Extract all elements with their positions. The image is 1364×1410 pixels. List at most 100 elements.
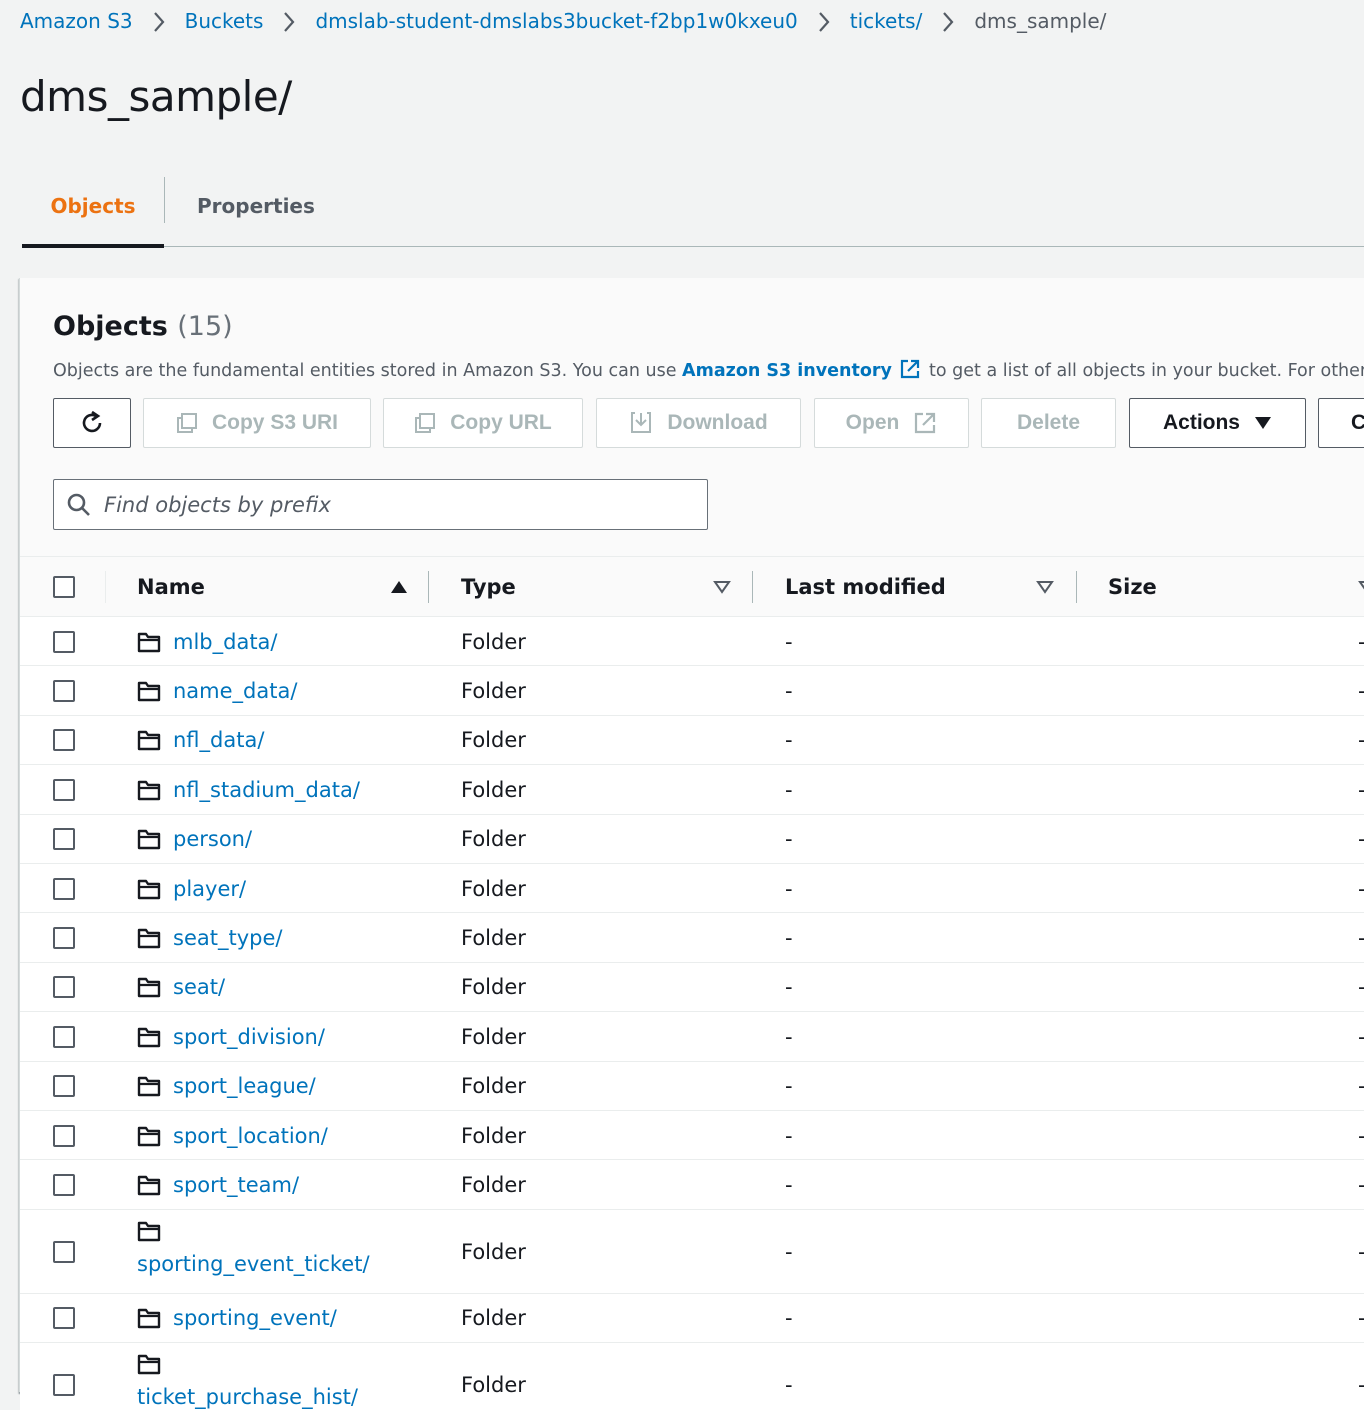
column-separator[interactable] [428,571,429,603]
table-row[interactable]: sport_location/Folder - - [20,1110,1364,1161]
copy-icon [414,412,436,434]
table-row[interactable]: seat_type/Folder - - [20,913,1364,963]
table-row[interactable]: nfl_stadium_data/Folder - - [20,765,1364,815]
table-row[interactable]: sporting_event_ticket/Folder - - [20,1209,1364,1294]
last-modified-cell: - [785,777,793,802]
breadcrumb-buckets[interactable]: Buckets [185,9,264,33]
folder-link[interactable]: sport_team/ [173,1173,299,1197]
type-cell: Folder [461,926,526,951]
table-row[interactable]: seat/Folder - - [20,962,1364,1013]
copy-s3-uri-button[interactable]: Copy S3 URI [143,398,371,448]
breadcrumb-amazon-s3[interactable]: Amazon S3 [20,9,133,33]
breadcrumb-tickets[interactable]: tickets/ [850,9,923,33]
column-header-size[interactable]: Size [1108,557,1157,617]
download-button[interactable]: Download [596,398,801,448]
copy-s3-uri-label: Copy S3 URI [211,411,339,434]
folder-link[interactable]: sport_location/ [173,1124,328,1148]
column-header-name[interactable]: Name [137,557,205,617]
folder-link[interactable]: name_data/ [173,679,297,703]
row-checkbox[interactable] [53,729,75,752]
table-row[interactable]: name_data/Folder - - [20,666,1364,716]
sort-icon[interactable] [1358,579,1364,598]
column-separator[interactable] [752,571,753,603]
create-folder-button[interactable]: C [1318,398,1364,448]
table-row[interactable]: nfl_data/Folder - - [20,715,1364,766]
row-checkbox[interactable] [53,976,75,999]
refresh-button[interactable] [53,398,131,448]
folder-link[interactable]: nfl_data/ [173,728,264,752]
name-cell: sport_team/ [137,1160,299,1209]
table-row[interactable]: mlb_data/Folder - - [20,617,1364,667]
type-cell: Folder [461,876,526,901]
folder-link[interactable]: nfl_stadium_data/ [173,778,360,802]
row-checkbox[interactable] [53,1124,75,1147]
folder-link[interactable]: sporting_event_ticket/ [137,1252,370,1276]
row-checkbox[interactable] [53,927,75,950]
search-box [53,479,708,530]
folder-link[interactable]: sporting_event/ [173,1306,337,1330]
tab-objects[interactable]: Objects [22,177,164,235]
table-row[interactable]: ticket_purchase_hist/Folder - - [20,1343,1364,1410]
actions-dropdown-button[interactable]: Actions [1129,398,1306,448]
table-row[interactable]: person/Folder - - [20,814,1364,864]
column-header-last-modified[interactable]: Last modified [785,557,946,617]
caret-down-icon [1254,416,1272,430]
delete-button[interactable]: Delete [981,398,1116,448]
select-all-checkbox[interactable] [53,576,75,598]
folder-link[interactable]: player/ [173,877,246,901]
row-checkbox[interactable] [53,778,75,801]
open-button[interactable]: Open [814,398,969,448]
name-cell: sporting_event/ [137,1294,337,1343]
copy-url-button[interactable]: Copy URL [383,398,583,448]
download-label: Download [667,411,768,434]
actions-label: Actions [1162,411,1240,434]
row-checkbox[interactable] [53,1025,75,1048]
folder-icon [137,1125,161,1147]
table-row[interactable]: sporting_event/Folder - - [20,1293,1364,1344]
type-cell: Folder [461,1172,526,1197]
tab-objects-label: Objects [50,194,136,218]
table-row[interactable]: sport_team/Folder - - [20,1160,1364,1210]
folder-icon [137,779,161,801]
table-row[interactable]: player/Folder - - [20,863,1364,914]
chevron-right-icon [263,9,315,34]
row-checkbox[interactable] [53,1374,75,1397]
folder-link[interactable]: person/ [173,827,252,851]
type-cell: Folder [461,827,526,852]
sort-icon[interactable] [1036,579,1054,598]
search-input[interactable] [104,492,664,517]
column-separator[interactable] [1076,571,1077,603]
row-checkbox[interactable] [53,1173,75,1196]
row-checkbox[interactable] [53,680,75,703]
row-checkbox[interactable] [53,828,75,851]
breadcrumb-current: dms_sample/ [974,9,1107,33]
table-row[interactable]: sport_league/Folder - - [20,1061,1364,1111]
table-row[interactable]: sport_division/Folder - - [20,1012,1364,1062]
sort-ascending-icon[interactable] [390,579,408,598]
folder-link[interactable]: sport_league/ [173,1074,316,1098]
tab-properties[interactable]: Properties [197,177,315,235]
size-cell: - [1358,1343,1364,1410]
row-checkbox[interactable] [53,877,75,900]
breadcrumb-bucket[interactable]: dmslab-student-dmslabs3bucket-f2bp1w0kxe… [315,9,797,33]
last-modified-cell: - [785,1074,793,1099]
sort-icon[interactable] [713,579,731,598]
row-checkbox[interactable] [53,630,75,653]
folder-link[interactable]: mlb_data/ [173,630,278,654]
size-cell: - [1358,1111,1364,1160]
type-cell: Folder [461,629,526,654]
object-count: (15) [177,311,233,342]
folder-link[interactable]: ticket_purchase_hist/ [137,1385,358,1409]
folder-link[interactable]: seat_type/ [173,926,282,950]
chevron-right-icon [798,9,850,34]
folder-icon [137,729,161,751]
row-checkbox[interactable] [53,1307,75,1330]
inventory-link[interactable]: Amazon S3 inventory [682,361,892,381]
row-checkbox[interactable] [53,1075,75,1098]
folder-link[interactable]: sport_division/ [173,1025,325,1049]
row-checkbox[interactable] [53,1240,75,1263]
name-cell: nfl_data/ [137,716,264,765]
column-header-type[interactable]: Type [461,557,516,617]
folder-icon [137,1075,161,1097]
folder-link[interactable]: seat/ [173,975,225,999]
